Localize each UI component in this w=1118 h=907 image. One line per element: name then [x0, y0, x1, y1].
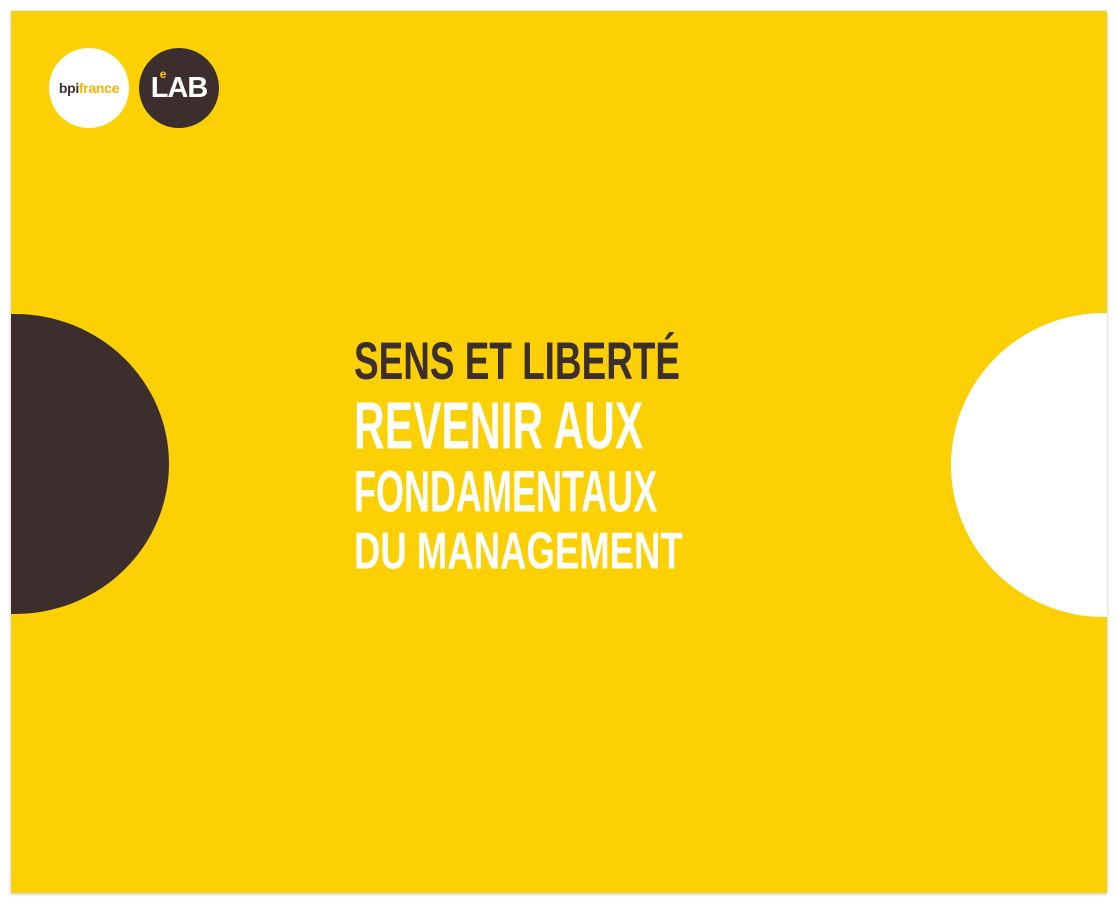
le-lab-logo-l: Le [151, 67, 169, 105]
white-half-circle [951, 313, 1107, 617]
le-lab-logo-ab: AB [167, 71, 208, 104]
bpifrance-logo-text-france: france [78, 80, 120, 96]
cover-title: SENS ET LIBERTÉ REVENIR AUX FONDAMENTAUX… [354, 334, 754, 582]
le-lab-logo-sup-e: e [159, 66, 167, 81]
le-lab-logo: Le AB [139, 48, 219, 128]
cover: bpi france Le AB SENS ET LIBERTÉ REVENIR A… [11, 11, 1107, 893]
bpifrance-logo-text-bpi: bpi [58, 80, 79, 96]
title-line-4: DU MANAGEMENT [354, 522, 683, 581]
page: bpi france Le AB SENS ET LIBERTÉ REVENIR A… [0, 0, 1118, 907]
dark-half-circle [11, 314, 169, 614]
bpifrance-logo: bpi france [49, 48, 129, 128]
